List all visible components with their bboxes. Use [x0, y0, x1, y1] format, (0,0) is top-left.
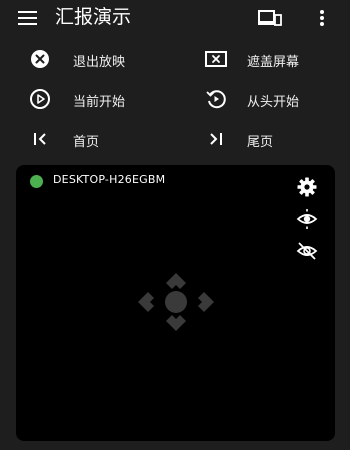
cover-screen-button[interactable]: 遮盖屏幕	[205, 45, 299, 73]
first-page-label: 首页	[73, 135, 100, 150]
device-icon[interactable]	[258, 9, 282, 27]
settings-icon[interactable]	[296, 176, 318, 198]
dpad-right	[198, 292, 214, 312]
exit-slideshow-button[interactable]: 退出放映	[29, 45, 125, 73]
restart-icon	[205, 88, 227, 110]
dpad-center	[165, 291, 187, 313]
first-page-icon	[29, 128, 51, 150]
more-vert-icon[interactable]	[316, 8, 328, 28]
last-page-button[interactable]: 尾页	[205, 125, 273, 153]
start-current-label: 当前开始	[73, 95, 126, 110]
dpad-left	[138, 292, 154, 312]
dpad-control[interactable]	[134, 269, 218, 335]
start-beginning-button[interactable]: 从头开始	[205, 85, 299, 113]
last-page-icon	[205, 128, 227, 150]
remote-preview-panel[interactable]: DESKTOP-H26EGBM	[16, 165, 335, 441]
status-dot	[30, 175, 43, 188]
cover-screen-icon	[205, 48, 227, 70]
device-name: DESKTOP-H26EGBM	[53, 173, 166, 186]
cover-screen-label: 遮盖屏幕	[247, 55, 300, 70]
first-page-button[interactable]: 首页	[29, 125, 99, 153]
dpad-up	[166, 273, 186, 289]
eye-icon[interactable]	[296, 208, 318, 230]
menu-icon[interactable]	[18, 10, 38, 26]
play-circle-icon	[29, 88, 51, 110]
dpad-down	[166, 315, 186, 331]
exit-slideshow-label: 退出放映	[73, 55, 126, 70]
app-root: 汇报演示 退出放映 遮盖屏幕 当前开始 从头开始 首页 尾页 DESKTOP-H…	[0, 0, 350, 450]
eye-off-icon[interactable]	[296, 240, 318, 262]
top-app-bar: 汇报演示	[0, 0, 350, 36]
close-circle-icon	[29, 48, 51, 70]
start-current-button[interactable]: 当前开始	[29, 85, 125, 113]
page-title: 汇报演示	[55, 6, 132, 28]
last-page-label: 尾页	[247, 135, 274, 150]
start-beginning-label: 从头开始	[247, 95, 300, 110]
